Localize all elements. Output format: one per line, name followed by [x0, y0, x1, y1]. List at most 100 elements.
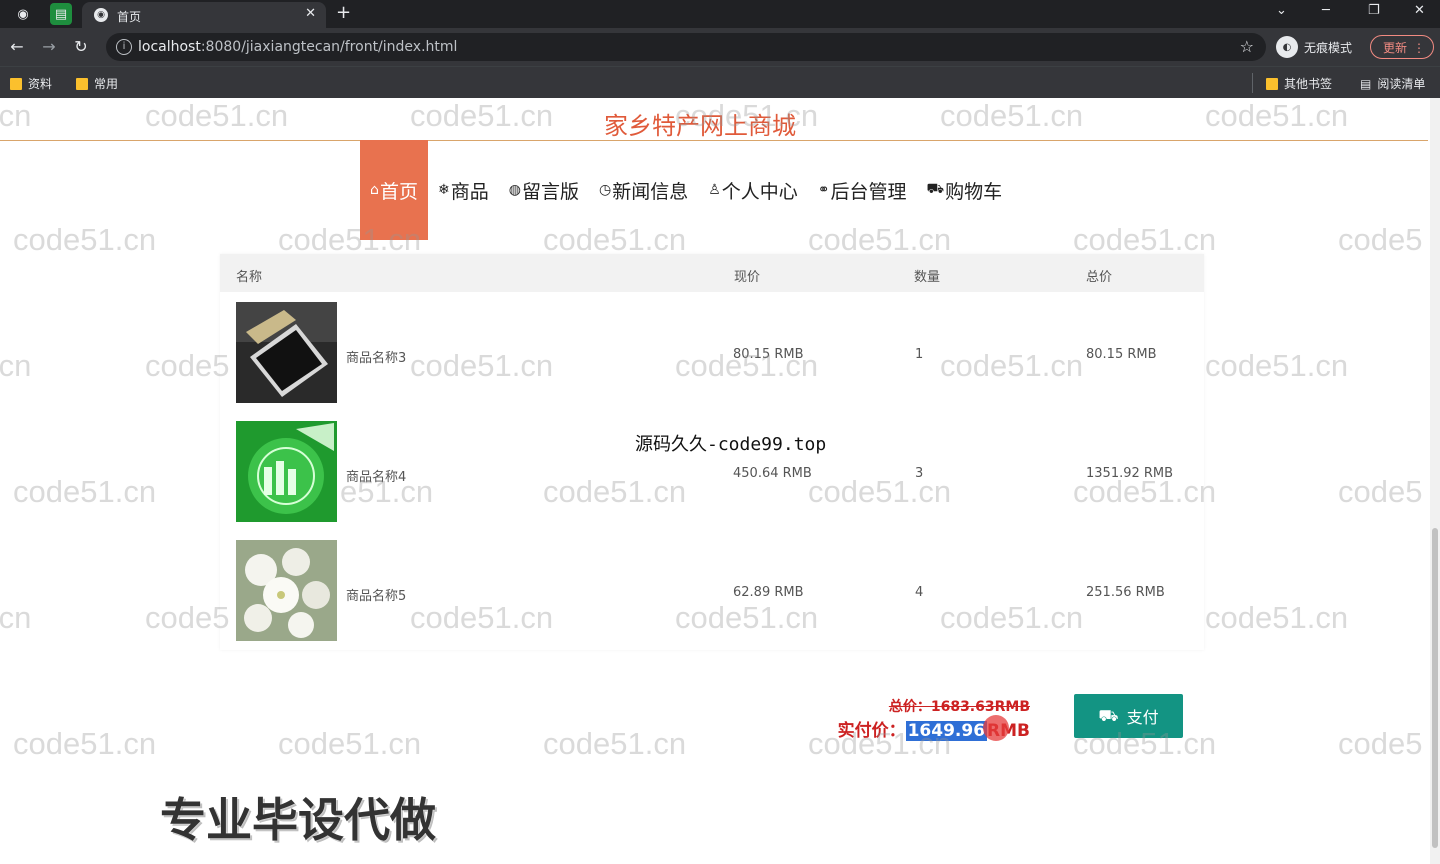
globe-icon[interactable]: ◉: [12, 3, 34, 25]
mouse-cursor-indicator: [983, 715, 1009, 741]
site-info-icon[interactable]: i: [116, 39, 132, 55]
bookmark-folder-2[interactable]: 常用: [76, 75, 118, 92]
product-name[interactable]: 商品名称5: [346, 585, 406, 604]
bookmarks-divider: [1252, 73, 1253, 93]
nav-profile[interactable]: ♙ 个人中心: [698, 140, 808, 240]
back-icon[interactable]: ←: [6, 37, 28, 56]
url-text[interactable]: localhost:8080/jiaxiangtecan/front/index…: [138, 39, 457, 55]
tab-search-icon[interactable]: ⌄: [1276, 3, 1287, 18]
product-image-green[interactable]: [236, 421, 337, 522]
other-bookmarks[interactable]: 其他书签: [1266, 75, 1332, 92]
incognito-indicator[interactable]: ◐ 无痕模式: [1276, 36, 1352, 58]
watermark: .cn: [0, 600, 32, 635]
product-price: 450.64 RMB: [733, 466, 812, 481]
watermark: code51.cn: [543, 726, 687, 761]
original-total: 总价：1683.63RMB: [888, 699, 1030, 715]
header-price: 现价: [734, 270, 761, 285]
watermark: code51.cn: [145, 98, 289, 133]
scrollbar-thumb[interactable]: [1432, 528, 1438, 848]
watermark: code51.cn: [940, 98, 1084, 133]
menu-dots-icon: ⋮: [1413, 41, 1425, 55]
reading-list-icon: ▤: [1360, 76, 1372, 91]
product-name[interactable]: 商品名称3: [346, 347, 406, 366]
overlay-caption: 源码久久-code99.top: [635, 434, 827, 455]
watermark: code51.cn: [543, 474, 687, 509]
watermark: e51.cn: [340, 474, 434, 509]
watermark: code51.cn: [410, 348, 554, 383]
watermark: code51.cn: [940, 348, 1084, 383]
folder-icon: [76, 77, 88, 90]
product-total: 251.56 RMB: [1086, 585, 1165, 600]
product-qty[interactable]: 1: [915, 347, 923, 362]
tab-favicon-icon: ◉: [94, 8, 108, 22]
snowflake-icon: ❄: [438, 182, 450, 198]
product-qty[interactable]: 4: [915, 585, 923, 600]
product-price: 62.89 RMB: [733, 585, 804, 600]
close-window-button[interactable]: ✕: [1414, 3, 1425, 18]
link-icon: ⚭: [817, 182, 830, 198]
nav-products[interactable]: ❄ 商品: [428, 140, 499, 240]
bookmark-star-icon[interactable]: ☆: [1240, 37, 1254, 56]
forward-icon[interactable]: →: [38, 37, 60, 56]
watermark: code51.cn: [1073, 726, 1217, 761]
browser-toolbar: ← → ↻ i localhost:8080/jiaxiangtecan/fro…: [0, 28, 1440, 66]
reload-icon[interactable]: ↻: [70, 37, 92, 56]
watermark: code5: [145, 600, 230, 635]
cart-icon: ⛟: [926, 181, 945, 197]
watermark: code51.cn: [410, 98, 554, 133]
product-image-phone[interactable]: [236, 302, 337, 403]
page-scrollbar[interactable]: [1430, 98, 1440, 864]
watermark: code51.cn: [1073, 474, 1217, 509]
header-qty: 数量: [914, 270, 941, 285]
tab-close-icon[interactable]: ✕: [305, 6, 316, 21]
product-image-flowers[interactable]: [236, 540, 337, 641]
watermark: code51.cn: [410, 600, 554, 635]
header-total: 总价: [1086, 270, 1113, 285]
watermark: code5: [1338, 222, 1423, 257]
watermark: code51.cn: [543, 222, 687, 257]
watermark: .cn: [0, 98, 32, 133]
update-button[interactable]: 更新 ⋮: [1370, 35, 1434, 59]
watermark: code51.cn: [675, 348, 819, 383]
watermark: code51.cn: [1205, 348, 1349, 383]
user-icon: ♙: [708, 182, 721, 198]
watermark: code51.cn: [808, 222, 952, 257]
watermark: code51.cn: [1073, 222, 1217, 257]
watermark: code5: [145, 348, 230, 383]
watermark: code51.cn: [675, 600, 819, 635]
header-name: 名称: [236, 270, 263, 285]
watermark: code51.cn: [278, 726, 422, 761]
watermark: code51.cn: [1205, 98, 1349, 133]
cart-icon: ⛟: [1098, 705, 1119, 725]
folder-icon: [10, 77, 22, 90]
watermark: .cn: [0, 348, 32, 383]
app-tab-icon[interactable]: ▤: [50, 3, 72, 25]
tab-title: 首页: [117, 10, 142, 24]
browser-tab-strip: ◉ ▤ ◉ 首页 ✕ + ⌄ ─ ❐ ✕: [0, 0, 1440, 28]
globe-icon: ◍: [508, 182, 521, 198]
active-tab[interactable]: ◉ 首页 ✕: [82, 2, 326, 28]
watermark: code51.cn: [1205, 600, 1349, 635]
bookmarks-bar: 资料 常用 其他书签 ▤ 阅读清单: [0, 66, 1440, 99]
reading-list[interactable]: ▤ 阅读清单: [1360, 75, 1425, 92]
watermark: code51.cn: [13, 726, 157, 761]
watermark: code51.cn: [940, 600, 1084, 635]
restore-button[interactable]: ❐: [1368, 3, 1380, 18]
watermark: code51.cn: [13, 222, 157, 257]
bookmark-folder-1[interactable]: 资料: [10, 75, 52, 92]
new-tab-button[interactable]: +: [336, 2, 351, 23]
incognito-icon: ◐: [1276, 36, 1298, 58]
address-bar[interactable]: i localhost:8080/jiaxiangtecan/front/ind…: [106, 33, 1266, 61]
watermark: code51.cn: [808, 474, 952, 509]
watermark: code51.cn: [675, 98, 819, 133]
watermark: code5: [1338, 474, 1423, 509]
minimize-button[interactable]: ─: [1322, 3, 1330, 18]
watermark: code5: [1338, 726, 1423, 761]
clock-icon: ◷: [598, 182, 612, 198]
product-total: 80.15 RMB: [1086, 347, 1157, 362]
watermark: code51.cn: [808, 726, 952, 761]
folder-icon: [1266, 77, 1278, 90]
cart-table-header: 名称 现价 数量 总价: [220, 254, 1204, 292]
page-viewport: 家乡特产网上商城 ⌂ 首页 ❄ 商品 ◍ 留言版 ◷ 新闻信息 ♙ 个人中心 ⚭ 后台管理 …: [0, 98, 1440, 864]
home-icon: ⌂: [370, 182, 379, 198]
